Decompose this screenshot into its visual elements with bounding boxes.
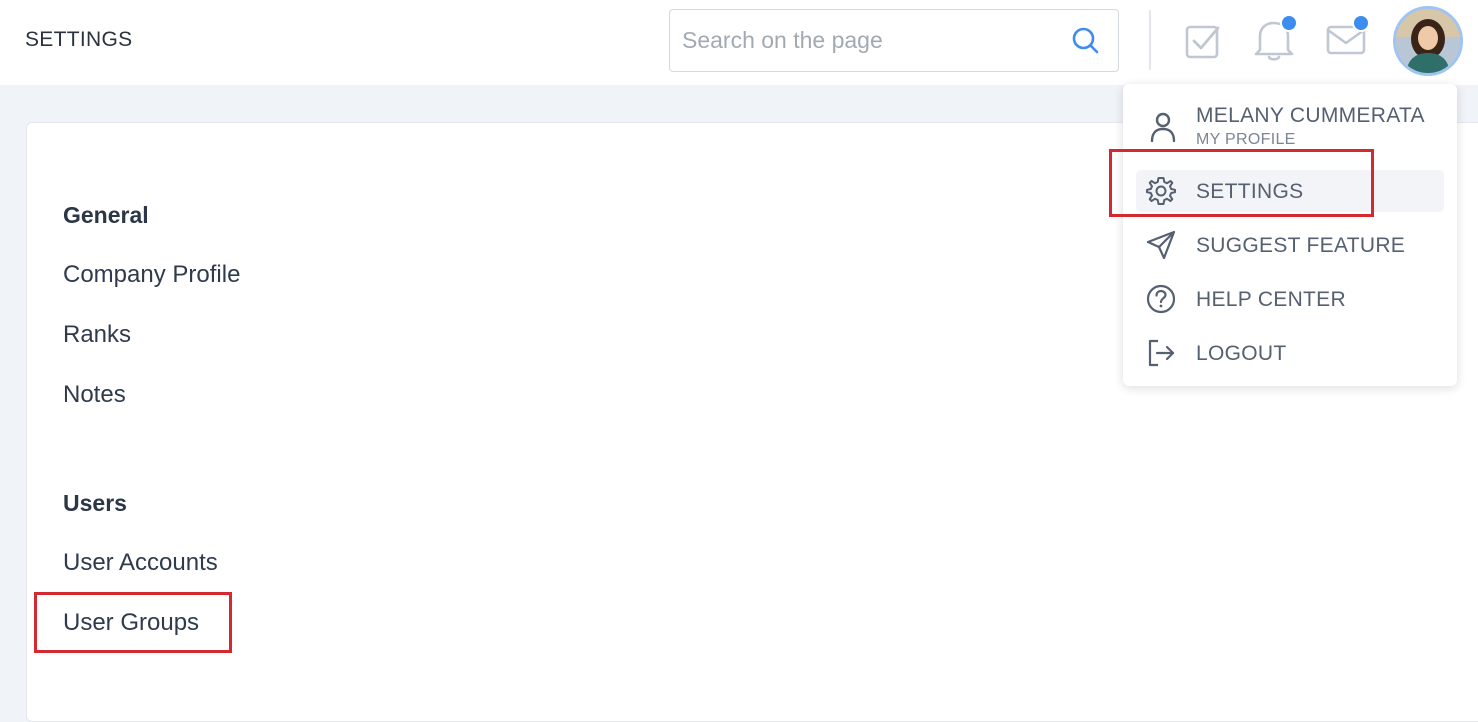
menu-item-label: SETTINGS — [1196, 180, 1304, 203]
help-circle-icon — [1146, 284, 1176, 314]
menu-item-logout[interactable]: LOGOUT — [1136, 332, 1444, 374]
notifications-button[interactable] — [1252, 14, 1300, 64]
user-icon — [1150, 112, 1176, 143]
search-icon[interactable] — [1071, 26, 1101, 56]
my-profile-link[interactable]: MELANY CUMMERATA MY PROFILE — [1123, 84, 1457, 154]
avatar[interactable] — [1393, 6, 1463, 76]
user-photo — [1396, 9, 1460, 73]
profile-subtitle: MY PROFILE — [1196, 131, 1296, 148]
page-title: SETTINGS — [25, 28, 133, 51]
top-bar: SETTINGS — [0, 0, 1478, 85]
gear-icon — [1146, 177, 1176, 205]
user-menu-dropdown: MELANY CUMMERATA MY PROFILE SETTINGS SUG… — [1123, 84, 1457, 386]
send-icon — [1146, 230, 1176, 260]
menu-item-settings[interactable]: SETTINGS — [1136, 170, 1444, 212]
notification-dot — [1280, 14, 1298, 32]
header-divider — [1149, 10, 1151, 70]
menu-item-label: SUGGEST FEATURE — [1196, 234, 1406, 257]
section-heading-general: General — [63, 202, 149, 228]
search-box[interactable] — [669, 9, 1119, 72]
nav-item-company-profile[interactable]: Company Profile — [63, 261, 240, 289]
menu-item-help-center[interactable]: HELP CENTER — [1136, 278, 1444, 320]
menu-item-label: HELP CENTER — [1196, 288, 1346, 311]
nav-item-notes[interactable]: Notes — [63, 381, 126, 409]
message-dot — [1352, 14, 1370, 32]
search-input[interactable] — [682, 10, 1062, 71]
section-heading-users: Users — [63, 490, 127, 516]
menu-item-suggest-feature[interactable]: SUGGEST FEATURE — [1136, 224, 1444, 266]
nav-item-user-accounts[interactable]: User Accounts — [63, 549, 218, 577]
menu-item-label: LOGOUT — [1196, 342, 1287, 365]
nav-item-ranks[interactable]: Ranks — [63, 321, 131, 349]
tasks-check-icon[interactable] — [1184, 22, 1222, 60]
nav-item-user-groups[interactable]: User Groups — [63, 609, 199, 637]
profile-name: MELANY CUMMERATA — [1196, 104, 1425, 127]
logout-icon — [1148, 339, 1175, 367]
messages-button[interactable] — [1325, 14, 1373, 60]
